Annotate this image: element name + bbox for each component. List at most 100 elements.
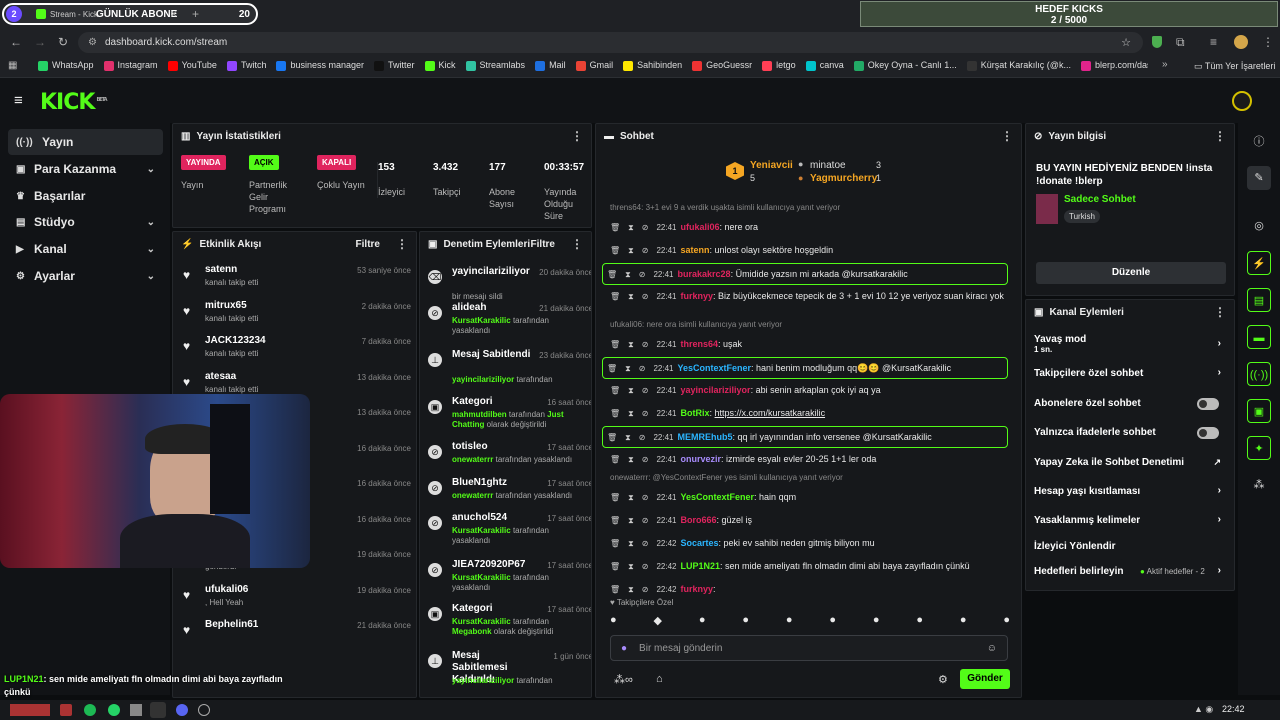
system-tray-icon[interactable]: ▲ ◉	[1194, 704, 1213, 715]
ban-icon[interactable]: ⊘	[642, 585, 649, 594]
activity-user[interactable]: atesaa	[205, 371, 236, 382]
send-button[interactable]: Gönder	[960, 669, 1010, 689]
message-user[interactable]: YesContextFener	[681, 492, 755, 502]
chat-message[interactable]: 🗑︎ ⧗ ⊘ 22:41 burakakrc28: Ümidide yazsın mi …	[602, 263, 1008, 285]
message-user[interactable]: Socartes	[681, 538, 719, 548]
back-icon[interactable]: ←	[10, 35, 22, 49]
bookmark-item[interactable]: blerp.com/dashboar...	[1080, 60, 1148, 71]
moderator-name[interactable]: yayincilariziliyor	[452, 676, 514, 685]
tab-close-icon[interactable]: ✕	[170, 9, 178, 20]
message-user[interactable]: furknyy	[681, 291, 714, 301]
timeout-icon[interactable]: ⧗	[625, 270, 631, 279]
spotify-icon[interactable]	[84, 704, 96, 716]
sidebar-item-kanal[interactable]: ▶ Kanal ⌄	[8, 236, 163, 262]
moderator-name[interactable]: KursatKarakilic	[452, 316, 511, 325]
banned-words-row[interactable]: Yasaklanmış kelimeler ›	[1034, 514, 1229, 526]
mic-icon[interactable]: ●	[621, 643, 627, 654]
moderator-name[interactable]: onewaterrr	[452, 491, 493, 500]
delete-icon[interactable]: 🗑︎	[610, 539, 620, 548]
lightning-icon[interactable]: ⚡	[1247, 251, 1271, 275]
delete-icon[interactable]: 🗑︎	[610, 340, 620, 349]
broadcast-icon[interactable]: ((·))	[1247, 362, 1271, 386]
chat-message[interactable]: 🗑︎ ⧗ ⊘ 22:41 YesContextFener: hain qqm	[606, 487, 1006, 504]
emote-icon[interactable]: ◆	[654, 614, 662, 627]
chat-message[interactable]: 🗑︎ ⧗ ⊘ 22:42 Socartes: peki ev sahibi neden …	[606, 533, 1006, 550]
bookmark-item[interactable]: WhatsApp	[38, 60, 94, 71]
ban-icon[interactable]: ⊘	[642, 246, 649, 255]
moderation-target[interactable]: anuchol524	[452, 512, 532, 524]
media-icon[interactable]: ≡	[1210, 35, 1217, 49]
bookmark-item[interactable]: Sahibinden	[623, 60, 682, 71]
moderation-target[interactable]: BlueN1ghtz	[452, 477, 532, 489]
timeout-icon[interactable]: ⧗	[628, 292, 634, 301]
timeout-icon[interactable]: ⧗	[625, 364, 631, 373]
message-link[interactable]: https://x.com/kursatkarakilic	[715, 408, 826, 418]
moderation-item[interactable]: ⊥ Mesaj Sabitlemesi Kaldırıldı 1 gün önce y…	[428, 650, 591, 694]
message-user[interactable]: furknyy	[681, 584, 714, 594]
bookmark-item[interactable]: Twitter	[374, 60, 415, 71]
moderation-item[interactable]: ▣ Kategori 16 saat önce mahmutdilben tarafı…	[428, 396, 591, 440]
emote-icon[interactable]: ●	[916, 614, 923, 626]
ban-icon[interactable]: ⊘	[642, 562, 649, 571]
menu-kebab-icon[interactable]: ⋮	[1262, 35, 1274, 49]
slow-mode-row[interactable]: Yavaş mod 1 sn. ›	[1034, 334, 1229, 354]
message-user[interactable]: yayincilariziliyor	[681, 385, 751, 395]
ban-icon[interactable]: ⊘	[642, 539, 649, 548]
message-user[interactable]: BotRix	[681, 408, 710, 418]
activity-user[interactable]: satenn	[205, 264, 237, 275]
emote-icon[interactable]: ●	[699, 614, 706, 626]
stat-multistream[interactable]: KAPALI Çoklu Yayın	[317, 155, 367, 191]
account-age-row[interactable]: Hesap yaşı kısıtlaması ›	[1034, 485, 1229, 497]
moderation-item[interactable]: ⊘ JIEA720920P67 17 saat önce KursatKarakili…	[428, 559, 591, 603]
more-bookmarks-icon[interactable]: »	[1162, 59, 1168, 70]
taskbar-app-icon[interactable]	[130, 704, 142, 716]
sidebar-item-basarilar[interactable]: ♛ Başarılar	[8, 183, 163, 209]
delete-icon[interactable]: 🗑︎	[607, 433, 617, 442]
delete-icon[interactable]: 🗑︎	[610, 562, 620, 571]
taskbar-app-icon[interactable]	[198, 704, 210, 716]
moderator-name[interactable]: onewaterrr	[452, 455, 493, 464]
shield-extension-icon[interactable]	[1152, 36, 1162, 48]
tab-title[interactable]: Stream - Kick	[50, 10, 98, 19]
kick-logo[interactable]: KICK BETA	[40, 90, 108, 115]
bookmark-item[interactable]: canva	[805, 60, 844, 71]
chat-message[interactable]: 🗑︎ ⧗ ⊘ 22:41 YesContextFener: hani benim mod…	[602, 357, 1008, 379]
extensions-icon[interactable]: ⧉	[1176, 35, 1185, 50]
timeout-icon[interactable]: ⧗	[628, 562, 634, 571]
ai-moderation-row[interactable]: Yapay Zeka ile Sohbet Denetimi ↗	[1034, 457, 1229, 468]
bookmark-item[interactable]: business manager	[276, 60, 364, 71]
more-options-icon[interactable]: ⋮	[1214, 305, 1226, 319]
moderation-target[interactable]: Mesaj Sabitlendi	[452, 349, 532, 361]
camera-icon[interactable]: ◎	[1247, 214, 1271, 238]
timeout-icon[interactable]: ⧗	[628, 585, 634, 594]
toggle-switch[interactable]	[1197, 398, 1219, 410]
ban-icon[interactable]: ⊘	[639, 364, 646, 373]
moderator-name[interactable]: KursatKarakilic	[452, 617, 511, 626]
moderation-item[interactable]: ⊥ Mesaj Sabitlendi 23 dakika önce yayincila…	[428, 349, 591, 393]
delete-icon[interactable]: 🗑︎	[610, 516, 620, 525]
bookmark-item[interactable]: Mail	[535, 60, 566, 71]
followers-only-row[interactable]: Takipçilere özel sohbet ›	[1034, 367, 1229, 379]
sidebar-item-yayin[interactable]: ((·)) Yayın	[8, 129, 163, 155]
bookmark-item[interactable]: Twitch	[226, 60, 266, 71]
more-options-icon[interactable]: ⋮	[396, 237, 408, 251]
moderation-item[interactable]: ⊘ anuchol524 17 saat önce KursatKarakilic t…	[428, 512, 591, 556]
moderator-name[interactable]: KursatKarakilic	[452, 573, 511, 582]
sidebar-item-ayarlar[interactable]: ⚙ Ayarlar ⌄	[8, 263, 163, 289]
moderation-target[interactable]: totisleo	[452, 441, 532, 453]
apps-grid-icon[interactable]: ▦	[8, 60, 17, 71]
activity-user[interactable]: Bephelin61	[205, 619, 258, 630]
emoji-icon[interactable]: ☺	[987, 643, 997, 654]
store-icon[interactable]: ⌂	[656, 673, 663, 685]
info-icon[interactable]: ⓘ	[1247, 130, 1271, 154]
ban-icon[interactable]: ⊘	[642, 516, 649, 525]
bookmark-item[interactable]: Instagram	[103, 60, 158, 71]
more-options-icon[interactable]: ⋮	[1214, 129, 1226, 143]
moderator-name[interactable]: KursatKarakilic	[452, 526, 511, 535]
bookmark-item[interactable]: letgo	[762, 60, 796, 71]
site-info-icon[interactable]: ⚙	[88, 37, 97, 48]
emote-icon[interactable]: ●	[829, 614, 836, 626]
delete-icon[interactable]: 🗑︎	[610, 386, 620, 395]
activity-user[interactable]: JACK123234	[205, 335, 266, 346]
sidebar-item-studyo[interactable]: ▤ Stüdyo ⌄	[8, 209, 163, 235]
